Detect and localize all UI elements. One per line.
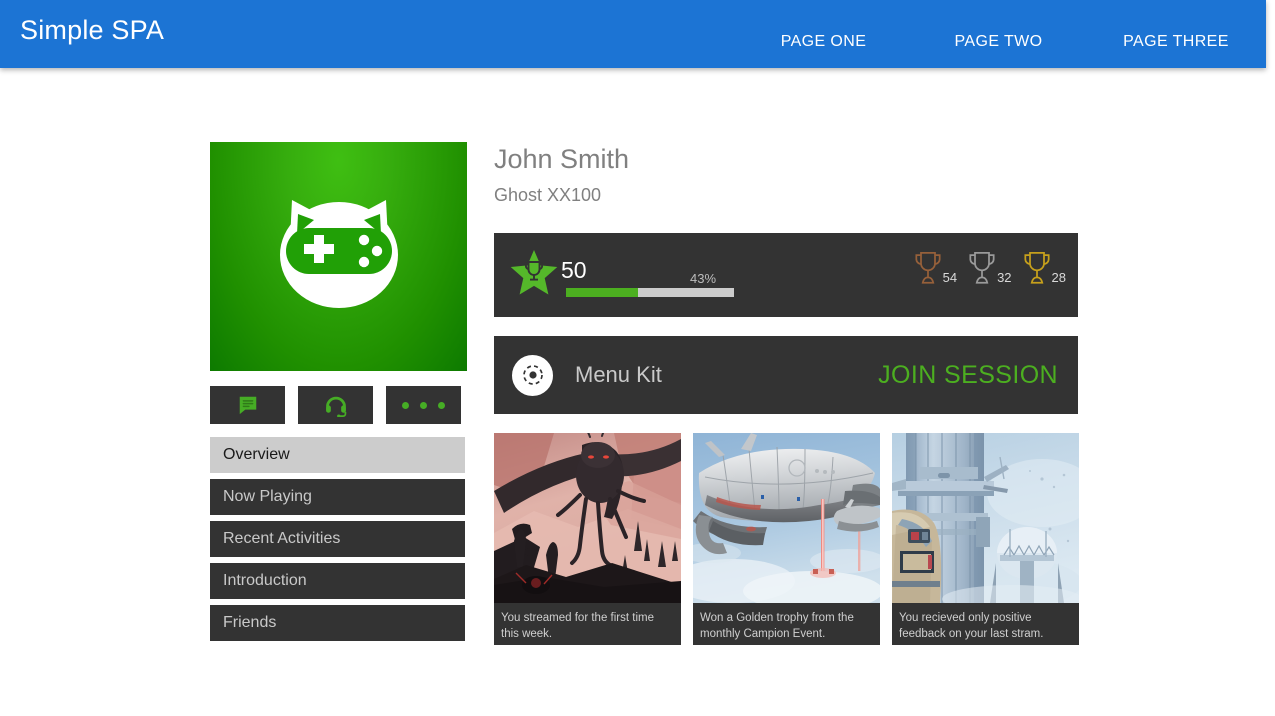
star-trophy-icon [510, 250, 558, 295]
nav-link-page-three[interactable]: PAGE THREE [1086, 33, 1266, 51]
trophy-count: 32 [997, 270, 1012, 285]
progress-percent-label: 43% [690, 271, 717, 286]
sidebar-item-label: Friends [223, 614, 277, 631]
activity-card-feedback[interactable]: You recieved only positive feedback on y… [892, 433, 1079, 645]
activity-card-streamed[interactable]: You streamed for the first time this wee… [494, 433, 681, 645]
brand-title: Simple SPA [20, 15, 165, 45]
profile-page: Overview Now Playing Recent Activities I… [0, 68, 1275, 716]
sidebar-item-friends[interactable]: Friends [210, 605, 465, 641]
activity-cards: You streamed for the first time this wee… [494, 433, 1079, 645]
sidebar-item-label: Overview [223, 446, 290, 463]
gamer-cat-gamepad-icon [279, 199, 398, 308]
chat-bubble-icon [239, 396, 256, 415]
trophy-count: 28 [1051, 270, 1066, 285]
trophy-bronze: 54 [914, 249, 957, 287]
trophy-icon [915, 251, 941, 284]
sidebar-item-introduction[interactable]: Introduction [210, 563, 465, 599]
join-session-button[interactable]: JOIN SESSION [878, 361, 1058, 390]
headset-icon [325, 396, 346, 417]
blue-sci-fi-tower-dome-artwork [892, 433, 1079, 603]
sidebar-item-overview[interactable]: Overview [210, 437, 465, 473]
sidebar-item-label: Introduction [223, 572, 307, 589]
trophy-silver: 32 [968, 249, 1012, 287]
ellipsis-icon [402, 401, 445, 409]
trophy-gold: 28 [1023, 249, 1066, 287]
side-nav: Overview Now Playing Recent Activities I… [210, 437, 465, 641]
stats-panel: 50 43% 54 32 28 [494, 233, 1078, 317]
activity-card-trophy[interactable]: Won a Golden trophy from the monthly Cam… [693, 433, 880, 645]
page-title: John Smith [494, 144, 630, 174]
level-value: 50 [561, 257, 587, 283]
nav-link-page-two[interactable]: PAGE TWO [911, 33, 1086, 51]
player-handle: Ghost XX100 [494, 185, 602, 205]
alien-creature-red-landscape-artwork [494, 433, 681, 603]
sidebar-item-now-playing[interactable]: Now Playing [210, 479, 465, 515]
message-button[interactable] [210, 386, 285, 424]
card-caption: Won a Golden trophy from the monthly Cam… [693, 603, 880, 645]
trophy-icon [969, 251, 995, 284]
avatar[interactable] [210, 142, 467, 371]
level-progress-fill [566, 288, 639, 297]
right-column: John Smith Ghost XX100 50 43% 54 32 28 M… [494, 142, 1079, 645]
session-panel: Menu Kit JOIN SESSION [494, 336, 1078, 414]
header-nav: PAGE ONE PAGE TWO PAGE THREE [736, 33, 1266, 51]
disc-target-icon [512, 354, 553, 396]
session-title: Menu Kit [575, 362, 662, 387]
trophy-count: 54 [942, 270, 958, 285]
sidebar-item-recent-activities[interactable]: Recent Activities [210, 521, 465, 557]
voice-chat-button[interactable] [298, 386, 373, 424]
app-header: Simple SPA PAGE ONE PAGE TWO PAGE THREE [0, 0, 1266, 68]
level-progress-bar [566, 288, 734, 297]
sidebar-item-label: Now Playing [223, 488, 312, 505]
nav-link-page-one[interactable]: PAGE ONE [736, 33, 911, 51]
trophy-icon [1023, 251, 1050, 284]
sidebar-item-label: Recent Activities [223, 530, 341, 547]
left-column: Overview Now Playing Recent Activities I… [210, 142, 467, 647]
more-options-button[interactable] [386, 386, 461, 424]
quick-actions [210, 386, 467, 424]
trophy-group: 54 32 28 [914, 249, 1066, 287]
card-caption: You streamed for the first time this wee… [494, 603, 681, 645]
card-caption: You recieved only positive feedback on y… [892, 603, 1079, 645]
silver-spaceship-blue-sky-artwork [693, 433, 880, 603]
